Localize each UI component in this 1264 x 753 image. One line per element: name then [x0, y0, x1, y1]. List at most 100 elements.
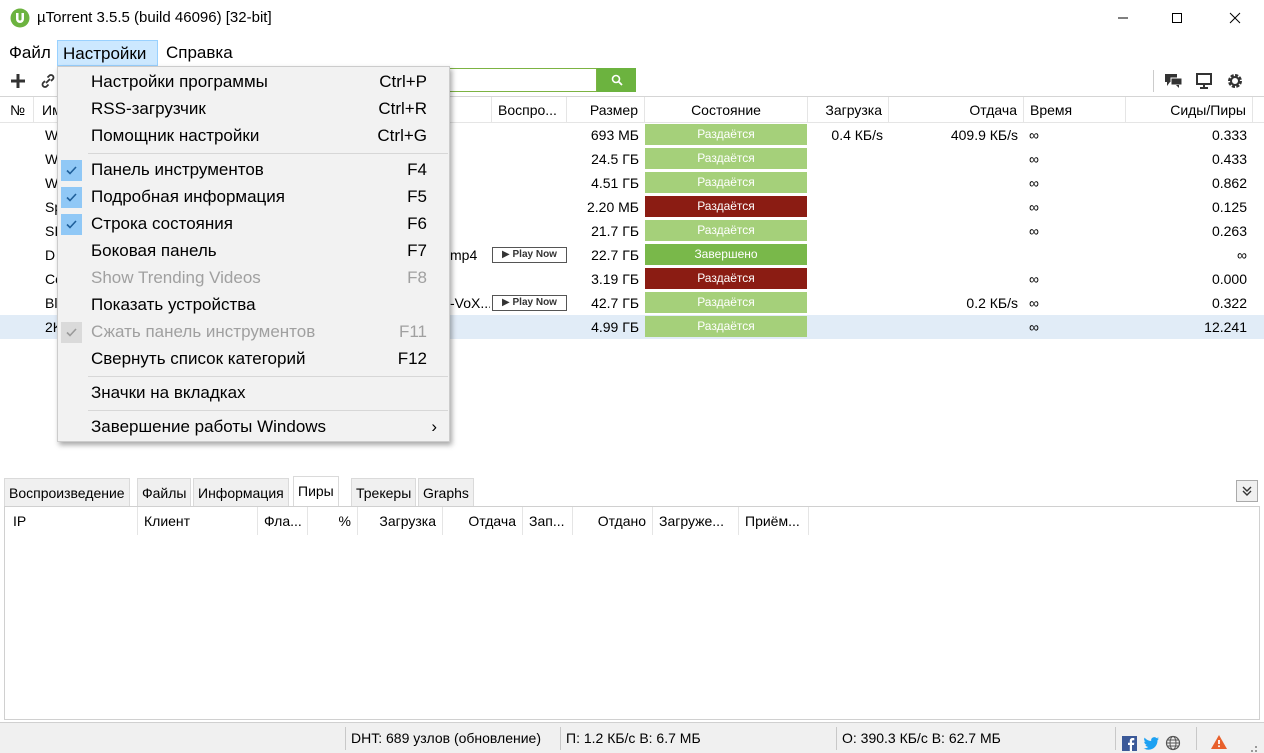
checkmark-icon — [61, 322, 82, 343]
peers-col-percent[interactable]: % — [308, 507, 358, 535]
search-button[interactable] — [597, 68, 636, 92]
close-button[interactable] — [1212, 0, 1258, 36]
download-status[interactable]: П: 1.2 КБ/с В: 6.7 МБ — [566, 723, 701, 753]
torrent-seeds-peers: 0.322 — [1211, 295, 1247, 311]
menu-item-collapse-categories[interactable]: Свернуть список категорий F12 — [58, 346, 449, 373]
torrent-upload-speed — [889, 243, 1018, 267]
play-now-button[interactable]: ▶ Play Now — [492, 295, 567, 311]
status-bar: DHT: 689 узлов (обновление) П: 1.2 КБ/с … — [0, 722, 1264, 753]
torrent-upload-speed — [889, 171, 1018, 195]
peers-col-client[interactable]: Клиент — [138, 507, 258, 535]
col-status[interactable]: Состояние — [645, 97, 808, 123]
torrent-seeds-peers: 0.862 — [1211, 175, 1247, 191]
torrent-download-speed — [808, 147, 883, 171]
status-badge: Раздаётся — [645, 196, 807, 217]
col-num[interactable]: № — [4, 97, 34, 123]
torrent-size: 21.7 ГБ — [591, 223, 639, 239]
status-badge: Завершено — [645, 244, 807, 265]
settings-dropdown: Настройки программы Ctrl+P RSS-загрузчик C… — [57, 66, 450, 442]
peers-col-uploaded[interactable]: Отдано — [573, 507, 653, 535]
globe-icon[interactable] — [1165, 731, 1181, 751]
torrent-size: 42.7 ГБ — [591, 295, 639, 311]
chat-icon[interactable] — [1163, 70, 1185, 92]
menu-item-tab-icons[interactable]: Значки на вкладках — [58, 380, 449, 407]
minimize-button[interactable] — [1100, 0, 1146, 36]
torrent-download-speed — [808, 315, 883, 339]
col-size[interactable]: Размер — [567, 97, 645, 123]
torrent-download-speed — [808, 171, 883, 195]
torrent-size: 3.19 ГБ — [591, 271, 639, 287]
col-play[interactable]: Воспро... — [492, 97, 567, 123]
tab-playback[interactable]: Воспроизведение — [4, 478, 130, 506]
torrent-name-tail — [450, 147, 490, 171]
checkmark-icon — [61, 160, 82, 181]
peers-col-requests[interactable]: Зап... — [523, 507, 573, 535]
torrent-name-tail: -VoX... — [450, 295, 490, 311]
tab-trackers[interactable]: Трекеры — [351, 478, 417, 506]
torrent-time: ∞ — [1029, 271, 1039, 287]
tab-graphs[interactable]: Graphs — [418, 478, 474, 506]
torrent-time — [1029, 243, 1089, 267]
menu-item-toolbar[interactable]: Панель инструментов F4 — [58, 157, 449, 184]
status-badge: Раздаётся — [645, 124, 807, 145]
menu-item-compact-toolbar: Сжать панель инструментов F11 — [58, 319, 449, 346]
menu-item-shutdown-windows[interactable]: Завершение работы Windows › — [58, 414, 449, 441]
torrent-seeds-peers: 0.333 — [1211, 127, 1247, 143]
menu-help[interactable]: Справка — [161, 40, 238, 66]
torrent-name-tail — [450, 315, 490, 339]
col-time[interactable]: Время — [1024, 97, 1126, 123]
menu-bar: Файл Настройки Справка — [0, 38, 1264, 66]
col-download[interactable]: Загрузка — [808, 97, 889, 123]
menu-item-sidebar[interactable]: Боковая панель F7 — [58, 238, 449, 265]
menu-item-show-devices[interactable]: Показать устройства — [58, 292, 449, 319]
menu-item-program-settings[interactable]: Настройки программы Ctrl+P — [58, 69, 449, 96]
search-input[interactable] — [440, 68, 597, 92]
peers-col-flags[interactable]: Фла... — [258, 507, 308, 535]
menu-item-setup-wizard[interactable]: Помощник настройки Ctrl+G — [58, 123, 449, 150]
dht-status[interactable]: DHT: 689 узлов (обновление) — [351, 723, 541, 753]
peers-col-download[interactable]: Загрузка — [358, 507, 443, 535]
resize-grip-icon[interactable] — [1246, 737, 1258, 752]
menu-file[interactable]: Файл — [4, 40, 56, 66]
add-torrent-icon[interactable] — [7, 70, 29, 92]
peers-col-receive[interactable]: Приём... — [739, 507, 809, 535]
menu-item-statusbar[interactable]: Строка состояния F6 — [58, 211, 449, 238]
collapse-panel-button[interactable] — [1236, 480, 1258, 502]
menu-item-details[interactable]: Подробная информация F5 — [58, 184, 449, 211]
torrent-upload-speed — [889, 267, 1018, 291]
torrent-size: 22.7 ГБ — [591, 247, 639, 263]
remote-icon[interactable] — [1193, 70, 1215, 92]
menu-settings[interactable]: Настройки — [57, 40, 158, 66]
tab-info[interactable]: Информация — [193, 478, 289, 506]
torrent-upload-speed — [889, 147, 1018, 171]
torrent-upload-speed — [889, 195, 1018, 219]
torrent-download-speed — [808, 267, 883, 291]
warning-icon[interactable] — [1210, 730, 1228, 749]
maximize-button[interactable] — [1154, 0, 1200, 36]
torrent-name-tail — [450, 171, 490, 195]
search-icon — [611, 74, 623, 86]
twitter-icon[interactable] — [1143, 731, 1160, 750]
peers-table: IP Клиент Фла... % Загрузка Отдача Зап..… — [4, 506, 1260, 720]
menu-item-rss[interactable]: RSS-загрузчик Ctrl+R — [58, 96, 449, 123]
facebook-icon[interactable] — [1122, 731, 1137, 751]
torrent-size: 2.20 МБ — [587, 199, 639, 215]
torrent-upload-speed — [889, 315, 1018, 339]
add-link-icon[interactable] — [37, 70, 59, 92]
col-upload[interactable]: Отдача — [889, 97, 1024, 123]
chevron-right-icon: › — [431, 417, 437, 436]
tab-files[interactable]: Файлы — [137, 478, 192, 506]
peers-col-upload[interactable]: Отдача — [443, 507, 523, 535]
peers-col-ip[interactable]: IP — [7, 507, 138, 535]
torrent-time: ∞ — [1029, 199, 1039, 215]
gear-icon[interactable] — [1224, 70, 1246, 92]
torrent-download-speed — [808, 195, 883, 219]
torrent-download-speed — [808, 291, 883, 315]
peers-col-downloaded[interactable]: Загруже... — [653, 507, 739, 535]
tab-peers[interactable]: Пиры — [293, 476, 339, 506]
col-seeds[interactable]: Сиды/Пиры — [1126, 97, 1253, 123]
torrent-seeds-peers: 0.125 — [1211, 199, 1247, 215]
status-badge: Раздаётся — [645, 148, 807, 169]
upload-status[interactable]: О: 390.3 КБ/с В: 62.7 МБ — [842, 723, 1001, 753]
play-now-button[interactable]: ▶ Play Now — [492, 247, 567, 263]
